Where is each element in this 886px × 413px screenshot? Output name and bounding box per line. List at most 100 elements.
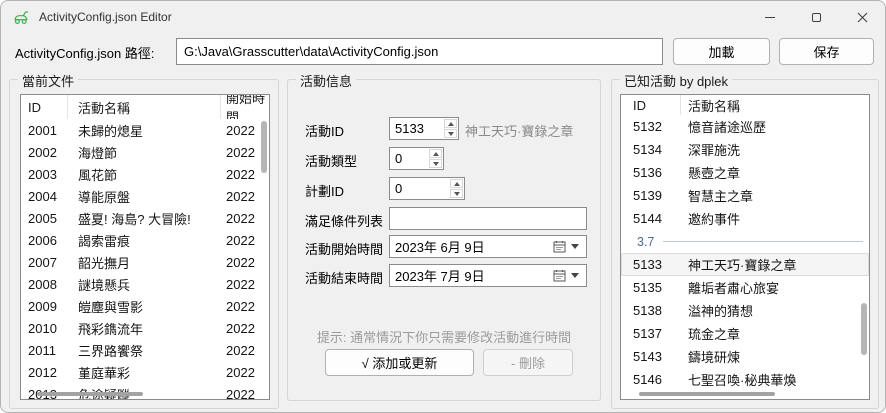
dropdown-arrow-icon[interactable] [571, 244, 579, 249]
cell: 5139 [621, 188, 681, 203]
cell: 2022 [221, 299, 269, 314]
cell: 堇庭華彩 [68, 363, 221, 382]
column-header-name[interactable]: 活動名稱 [68, 95, 221, 119]
app-window: ActivityConfig.json Editor ActivityConfi… [0, 0, 886, 413]
triangle-down-icon [448, 132, 454, 136]
spinner [449, 178, 464, 199]
table-row[interactable]: 2004導能原盤2022 [21, 185, 269, 207]
cell: 2003 [21, 167, 68, 182]
known-activities-table: ID 活動名稱 5132憶音諸途巡歷5134深罪施洗5136懸壺之章5139智慧… [620, 94, 870, 400]
list-item[interactable]: 5136懸壺之章 [621, 161, 869, 184]
cell: 2007 [21, 255, 68, 270]
cell: 2009 [21, 299, 68, 314]
cell: 5146 [621, 372, 681, 387]
activity-id-label: 活動ID [305, 121, 344, 140]
minimize-button[interactable] [747, 1, 793, 33]
column-header-id[interactable]: ID [621, 95, 681, 115]
cell: 智慧主之章 [681, 186, 869, 205]
load-button[interactable]: 加載 [673, 38, 770, 65]
cell: 鑄境研煉 [681, 347, 869, 366]
list-item[interactable]: 5135離垢者肅心旅宴 [621, 276, 869, 299]
spinner-down-button[interactable] [444, 129, 457, 138]
cell: 2022 [221, 387, 269, 401]
cell: 盛夏! 海島? 大冒險! [68, 209, 221, 228]
spinner-down-button[interactable] [450, 189, 463, 198]
cell: 謎境懸兵 [68, 275, 221, 294]
path-input[interactable] [176, 38, 663, 65]
plan-id-label: 計劃ID [305, 181, 344, 200]
cell: 2022 [221, 189, 269, 204]
list-item[interactable]: 5134深罪施洗 [621, 138, 869, 161]
list-item-selected[interactable]: 5133神工天巧·寶錄之章 [621, 253, 869, 276]
table-row[interactable]: 2003風花節2022 [21, 163, 269, 185]
cell: 5135 [621, 280, 681, 295]
column-header-id[interactable]: ID [21, 95, 68, 119]
spinner-down-button[interactable] [429, 159, 442, 168]
list-item[interactable]: 5139智慧主之章 [621, 184, 869, 207]
table-row[interactable]: 2009皚塵與雪影2022 [21, 295, 269, 317]
save-button[interactable]: 保存 [779, 38, 874, 65]
list-item[interactable]: 5143鑄境研煉 [621, 345, 869, 368]
table-row[interactable]: 2007韶光撫月2022 [21, 251, 269, 273]
start-time-picker[interactable]: 2023年 6月 9日 [389, 235, 587, 258]
spinner [443, 118, 458, 139]
column-header-start[interactable]: 開始時間 [221, 95, 269, 119]
cell: 韶光撫月 [68, 253, 221, 272]
cell: 導能原盤 [68, 187, 221, 206]
table-row[interactable]: 2005盛夏! 海島? 大冒險!2022 [21, 207, 269, 229]
cell: 2012 [21, 365, 68, 380]
cell: 海燈節 [68, 143, 221, 162]
maximize-button[interactable] [793, 1, 839, 33]
window-title: ActivityConfig.json Editor [39, 10, 172, 24]
current-file-group-title: 當前文件 [18, 71, 78, 90]
spinner-up-button[interactable] [444, 119, 457, 128]
current-file-table-header: ID 活動名稱 開始時間 [21, 95, 269, 119]
horizontal-scrollbar[interactable] [639, 392, 775, 396]
plan-id-value: 0 [390, 178, 449, 199]
cell: 飛彩鐫流年 [68, 319, 221, 338]
close-button[interactable] [839, 1, 885, 33]
table-row[interactable]: 2011三界路饗祭2022 [21, 339, 269, 361]
triangle-down-icon [454, 192, 460, 196]
cell: 2008 [21, 277, 68, 292]
list-item[interactable]: 5132憶音諸途巡歷 [621, 115, 869, 138]
plan-id-stepper[interactable]: 0 [389, 177, 465, 200]
list-item[interactable]: 5144邀約事件 [621, 207, 869, 230]
known-activities-group-title: 已知活動 by dplek [620, 71, 732, 90]
spinner-up-button[interactable] [450, 179, 463, 188]
horizontal-scrollbar[interactable] [37, 392, 143, 396]
spinner-up-button[interactable] [429, 149, 442, 158]
cell: 琉金之章 [681, 324, 869, 343]
end-time-picker[interactable]: 2023年 7月 9日 [389, 264, 587, 287]
column-header-name[interactable]: 活動名稱 [681, 95, 869, 115]
cell: 5143 [621, 349, 681, 364]
activity-info-group: 活動信息 活動ID 5133 神工天巧·寶錄之章 活動類型 0 計劃ID 0 [287, 79, 601, 401]
path-label: ActivityConfig.json 路徑: [15, 43, 154, 62]
start-time-label: 活動開始時間 [305, 239, 383, 258]
vertical-scrollbar[interactable] [861, 303, 867, 355]
dropdown-arrow-icon[interactable] [571, 273, 579, 278]
vertical-scrollbar[interactable] [261, 121, 267, 173]
delete-button: - 刪除 [483, 349, 573, 376]
cell: 深罪施洗 [681, 140, 869, 159]
cell: 神工天巧·寶錄之章 [681, 255, 869, 274]
cell: 溢神的猜想 [681, 301, 869, 320]
table-row[interactable]: 2002海燈節2022 [21, 141, 269, 163]
add-or-update-button[interactable]: √ 添加或更新 [325, 349, 474, 376]
list-item[interactable]: 5146七聖召喚·秘典華煥 [621, 368, 869, 391]
table-row[interactable]: 2006謁索雷痕2022 [21, 229, 269, 251]
table-row[interactable]: 2001未歸的熄星2022 [21, 119, 269, 141]
table-row[interactable]: 2010飛彩鐫流年2022 [21, 317, 269, 339]
table-row[interactable]: 2012堇庭華彩2022 [21, 361, 269, 383]
hint-text: 提示: 通常情況下你只需要修改活動進行時間 [288, 327, 600, 346]
end-time-label: 活動結束時間 [305, 268, 383, 287]
cell: 2022 [221, 233, 269, 248]
activity-type-stepper[interactable]: 0 [389, 147, 444, 170]
list-item[interactable]: 5138溢神的猜想 [621, 299, 869, 322]
table-row[interactable]: 2008謎境懸兵2022 [21, 273, 269, 295]
current-file-group: 當前文件 ID 活動名稱 開始時間 2001未歸的熄星20222002海燈節20… [9, 79, 279, 409]
list-item[interactable]: 5137琉金之章 [621, 322, 869, 345]
cell: 皚塵與雪影 [68, 297, 221, 316]
condition-list-input[interactable] [389, 207, 587, 230]
activity-id-stepper[interactable]: 5133 [389, 117, 459, 140]
